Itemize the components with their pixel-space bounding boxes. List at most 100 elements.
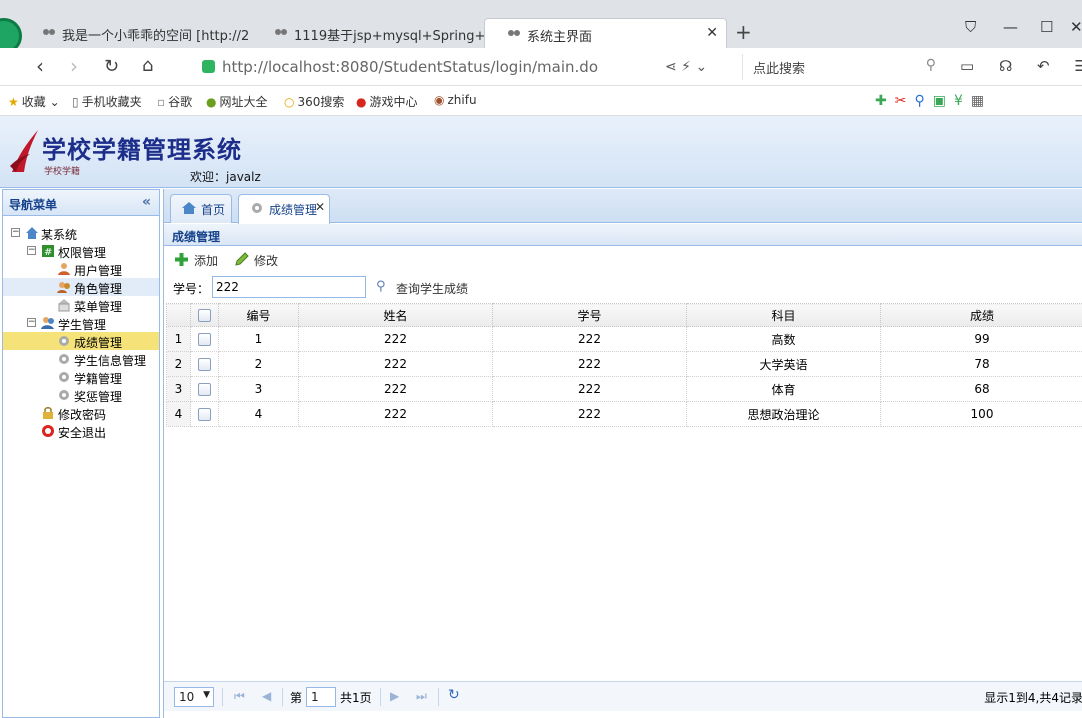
column-header-name[interactable]: 姓名 bbox=[298, 303, 493, 327]
page-number-input[interactable]: 1 bbox=[306, 687, 336, 707]
divider bbox=[380, 688, 381, 706]
toolbar-icons[interactable]: ▭ ☊ ↶ ☰ bbox=[960, 57, 1082, 75]
bookmark-google[interactable]: ▫ 谷歌 bbox=[157, 93, 192, 110]
minimize-icon[interactable]: — bbox=[1003, 18, 1018, 36]
tree-item-grades[interactable]: 成绩管理 bbox=[3, 332, 159, 350]
app-logo-icon bbox=[10, 130, 38, 172]
bookmark-games[interactable]: ● 游戏中心 bbox=[356, 93, 418, 110]
cell-score: 68 bbox=[880, 376, 1082, 402]
browser-tab-2[interactable]: 1119基于jsp+mysql+Spring+n bbox=[252, 18, 492, 48]
collapse-icon[interactable]: « bbox=[142, 194, 151, 210]
table-row[interactable]: 4 4 222 222 思想政治理论 100 bbox=[166, 401, 1082, 427]
back-icon[interactable]: ‹ bbox=[36, 54, 44, 78]
close-icon[interactable]: ✕ bbox=[315, 200, 325, 214]
add-icon bbox=[175, 253, 188, 266]
column-header-subject[interactable]: 科目 bbox=[686, 303, 881, 327]
tree-item-users[interactable]: 用户管理 bbox=[3, 260, 159, 278]
app-header: 学校学籍管理系统 学校学籍 欢迎：javalz bbox=[0, 116, 1082, 188]
cell-student-no: 222 bbox=[492, 376, 687, 402]
browser-tab-3-label: 系统主界面 bbox=[527, 30, 593, 45]
shirt-icon[interactable]: ⛉ bbox=[965, 18, 976, 36]
close-window-icon[interactable]: ✕ bbox=[1070, 18, 1082, 36]
cell-id: 4 bbox=[218, 401, 299, 427]
svg-text:#: # bbox=[44, 247, 52, 258]
column-header-student-no[interactable]: 学号 bbox=[492, 303, 687, 327]
tab-favicon-icon bbox=[275, 29, 287, 35]
share-icon[interactable]: ⋖ ⚡ ⌄ bbox=[665, 59, 707, 75]
grades-table: 编号 姓名 学号 科目 成绩 1 1 222 222 高数 99 2 2 222 bbox=[166, 303, 1082, 427]
checkbox-icon bbox=[198, 309, 211, 322]
tree-item-enrollment[interactable]: 学籍管理 bbox=[3, 368, 159, 386]
checkbox-icon bbox=[198, 408, 211, 421]
last-page-icon[interactable]: ⏭ bbox=[416, 689, 427, 704]
table-row[interactable]: 2 2 222 222 大学英语 78 bbox=[166, 351, 1082, 377]
row-checkbox[interactable] bbox=[190, 326, 219, 352]
welcome-text: 欢迎：javalz bbox=[190, 170, 261, 184]
pencil-icon bbox=[235, 252, 249, 266]
reload-icon[interactable]: ↻ bbox=[104, 56, 119, 77]
row-number-header bbox=[166, 303, 191, 327]
browser-tab-1[interactable]: 我是一个小乖乖的空间 [http://2 bbox=[20, 18, 265, 48]
maximize-icon[interactable]: ☐ bbox=[1040, 18, 1053, 36]
tree-item-roles[interactable]: 角色管理 bbox=[3, 278, 159, 296]
url-text: http://localhost:8080/StudentStatus/logi… bbox=[222, 58, 599, 76]
row-checkbox[interactable] bbox=[190, 351, 219, 377]
tree-collapse-icon[interactable]: − bbox=[27, 246, 36, 255]
forward-icon[interactable]: › bbox=[70, 54, 78, 78]
cell-subject: 高数 bbox=[686, 326, 881, 352]
extension-icons[interactable]: ✚✂⚲▣¥▦ bbox=[875, 93, 992, 109]
gear-icon bbox=[59, 372, 69, 382]
browser-search-input[interactable]: 点此搜索 ⚲ bbox=[742, 54, 942, 80]
url-field[interactable]: http://localhost:8080/StudentStatus/logi… bbox=[196, 53, 736, 81]
bookmarks-bar: ★ 收藏 ⌄ ▯ 手机收藏夹 ▫ 谷歌 ● 网址大全 ○ 360搜索 ● 游戏中心 ◉ zhi… bbox=[0, 86, 1082, 116]
row-number: 2 bbox=[166, 351, 191, 377]
tree-item-students[interactable]: − 学生管理 bbox=[3, 314, 159, 332]
tree-item-menus[interactable]: 菜单管理 bbox=[3, 296, 159, 314]
tree-collapse-icon[interactable]: − bbox=[11, 228, 20, 237]
tree-item-root-label: 某系统 bbox=[41, 228, 78, 242]
first-page-icon[interactable]: ⏮ bbox=[234, 689, 245, 704]
table-row[interactable]: 1 1 222 222 高数 99 bbox=[166, 326, 1082, 352]
select-all-checkbox[interactable] bbox=[190, 303, 219, 327]
tree-item-change-password[interactable]: 修改密码 bbox=[3, 404, 159, 422]
table-row[interactable]: 3 3 222 222 体育 68 bbox=[166, 376, 1082, 402]
tree-item-permissions[interactable]: − # 权限管理 bbox=[3, 242, 159, 260]
page-size-select[interactable]: 10 ▼ bbox=[174, 687, 214, 707]
query-grades-button[interactable]: ⚲ 查询学生成绩 bbox=[376, 279, 468, 297]
tree-root[interactable]: − 某系统 bbox=[3, 224, 159, 242]
edit-button[interactable]: 修改 bbox=[234, 252, 278, 269]
browser-tab-3[interactable]: 系统主界面 ✕ bbox=[484, 18, 727, 48]
tab-grades[interactable]: 成绩管理 ✕ bbox=[238, 194, 330, 224]
bookmark-360[interactable]: ○ 360搜索 bbox=[284, 93, 344, 110]
search-icon[interactable]: ⚲ bbox=[926, 57, 936, 73]
row-checkbox[interactable] bbox=[190, 401, 219, 427]
home-icon[interactable]: ⌂ bbox=[142, 55, 153, 76]
prev-page-icon[interactable]: ◀ bbox=[262, 689, 271, 703]
address-bar: ‹ › ↻ ⌂ http://localhost:8080/StudentSta… bbox=[0, 48, 1082, 86]
bookmark-favorites[interactable]: ★ 收藏 ⌄ bbox=[8, 93, 60, 110]
tree-item-student-info[interactable]: 学生信息管理 bbox=[3, 350, 159, 368]
bookmark-mobile[interactable]: ▯ 手机收藏夹 bbox=[72, 93, 142, 110]
tree-item-rewards[interactable]: 奖惩管理 bbox=[3, 386, 159, 404]
menu-icon bbox=[58, 299, 70, 312]
refresh-icon[interactable]: ↻ bbox=[448, 687, 460, 703]
bookmark-sites[interactable]: ● 网址大全 bbox=[206, 93, 268, 110]
new-tab-icon[interactable]: + bbox=[735, 20, 752, 44]
tab-home[interactable]: 首页 bbox=[170, 194, 232, 223]
next-page-icon[interactable]: ▶ bbox=[390, 689, 399, 703]
add-button[interactable]: 添加 bbox=[174, 252, 218, 269]
column-header-score[interactable]: 成绩 bbox=[880, 303, 1082, 327]
search-row: 学号： 222 ⚲ 查询学生成绩 bbox=[164, 273, 1082, 303]
column-header-id[interactable]: 编号 bbox=[218, 303, 299, 327]
student-id-input[interactable]: 222 bbox=[212, 276, 366, 298]
row-checkbox[interactable] bbox=[190, 376, 219, 402]
tree-item-label: 成绩管理 bbox=[74, 336, 123, 350]
row-number: 1 bbox=[166, 326, 191, 352]
close-tab-icon[interactable]: ✕ bbox=[706, 25, 718, 41]
row-number: 4 bbox=[166, 401, 191, 427]
logout-icon bbox=[42, 425, 54, 437]
tree-item-logout[interactable]: 安全退出 bbox=[3, 422, 159, 440]
bookmark-zhifu[interactable]: ◉ zhifu bbox=[434, 93, 477, 107]
tree-item-label: 用户管理 bbox=[74, 264, 123, 278]
tree-collapse-icon[interactable]: − bbox=[27, 318, 36, 327]
